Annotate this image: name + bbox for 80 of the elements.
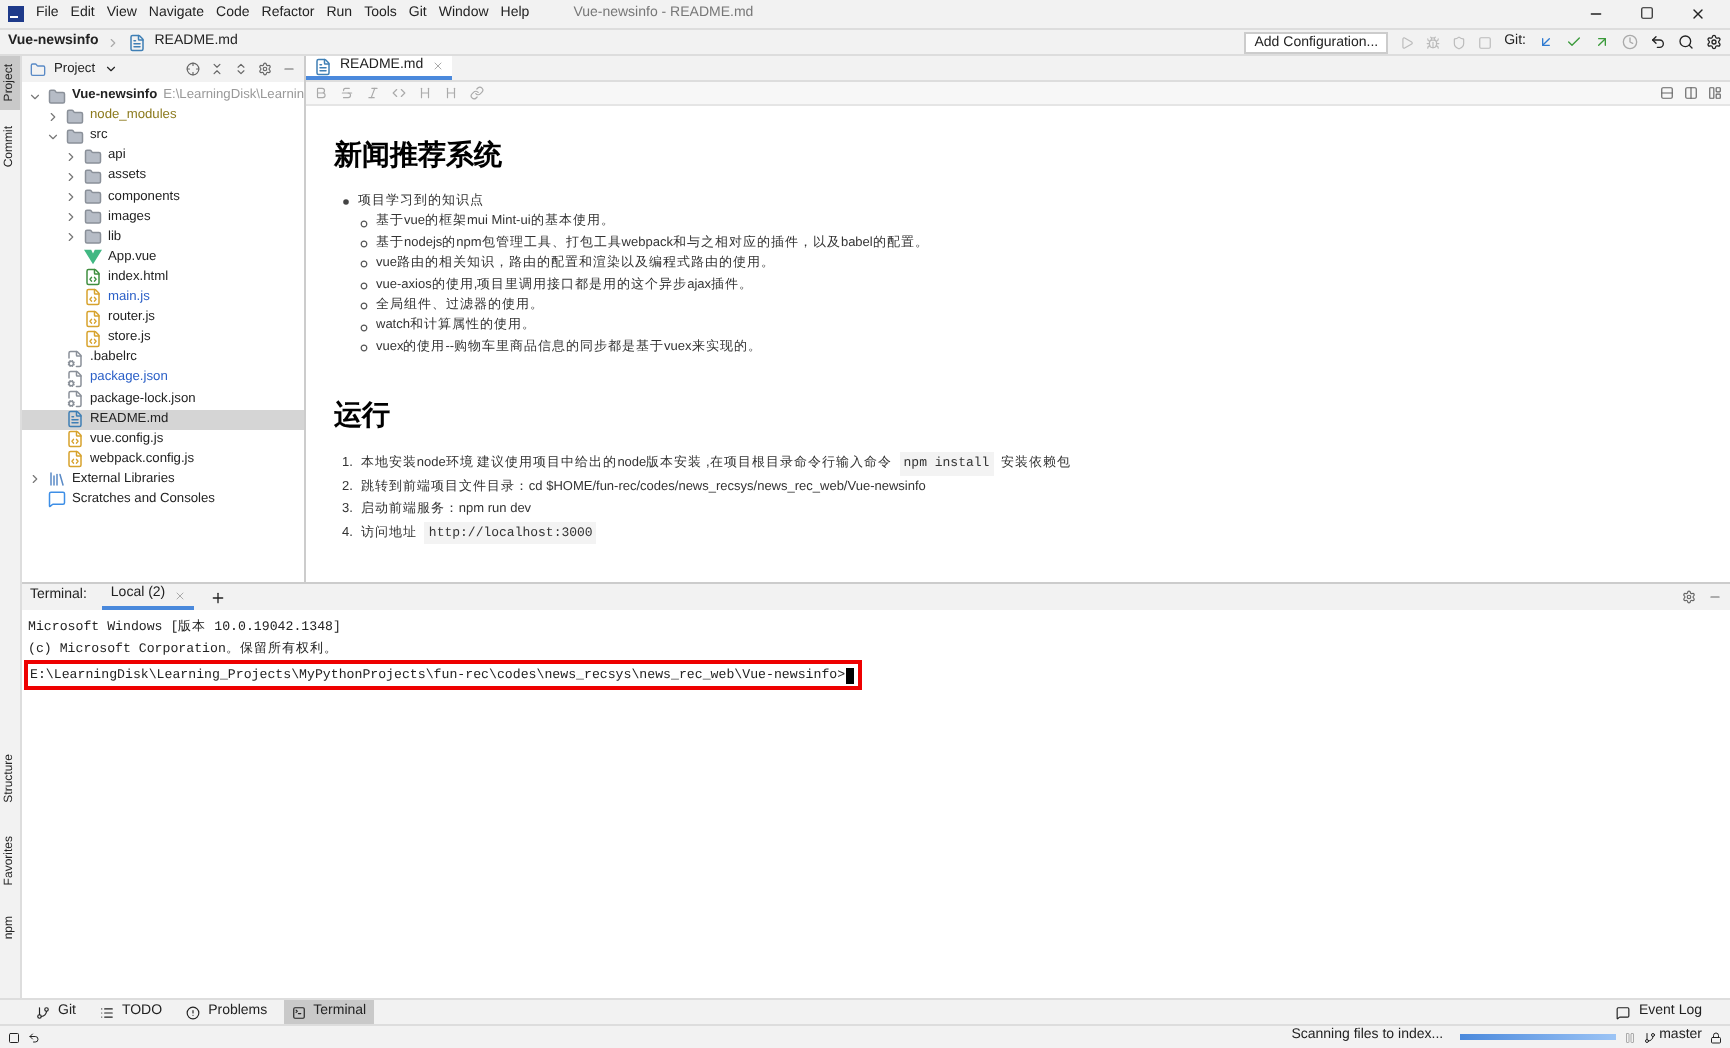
app-logo-icon — [8, 6, 24, 22]
check-icon[interactable] — [1566, 34, 1582, 50]
bullet-icon — [360, 240, 368, 249]
heading: 新闻推荐系统 — [334, 136, 504, 174]
panel-icon — [8, 1031, 20, 1043]
chevron-right-icon[interactable] — [64, 210, 78, 225]
git-icon — [36, 1005, 50, 1019]
folder-icon — [30, 61, 46, 77]
bullet-icon — [360, 302, 368, 311]
markdown-file-icon — [314, 57, 332, 75]
undo-icon[interactable] — [1650, 34, 1666, 50]
chevron-right-icon[interactable] — [46, 109, 60, 124]
folder-icon — [48, 87, 66, 106]
plus-icon[interactable] — [209, 589, 226, 605]
restore-icon[interactable] — [1640, 6, 1654, 22]
config-file-icon — [66, 349, 84, 368]
folder-icon — [84, 208, 102, 227]
folder-icon — [84, 167, 102, 186]
bullet-icon — [342, 198, 350, 207]
link-icon[interactable] — [470, 86, 484, 100]
crosshair-icon[interactable] — [186, 62, 200, 76]
cursor-icon — [845, 667, 854, 683]
expand-icon[interactable] — [234, 62, 248, 76]
todo-icon — [99, 1005, 114, 1019]
close-icon[interactable] — [1690, 6, 1706, 22]
split-view-icon[interactable] — [1684, 86, 1698, 100]
code-icon[interactable] — [392, 86, 406, 100]
chevron-right-icon — [106, 35, 121, 49]
js-file-icon — [84, 309, 102, 328]
clock-icon[interactable] — [1622, 34, 1638, 50]
folder-icon — [84, 228, 102, 247]
search-icon[interactable] — [1678, 34, 1694, 50]
chevron-down-icon[interactable] — [28, 89, 42, 104]
settings-icon[interactable] — [1706, 34, 1722, 50]
chevron-right-icon[interactable] — [64, 230, 78, 245]
chevron-right-icon[interactable] — [64, 169, 78, 184]
config-file-icon — [66, 389, 84, 408]
chevron-right-icon[interactable] — [64, 149, 78, 164]
italic-icon[interactable] — [366, 86, 380, 100]
js-file-icon — [84, 288, 102, 307]
arrow-down-left-icon[interactable] — [1538, 34, 1554, 50]
heading: 运行 — [334, 396, 392, 435]
markdown-file-icon — [128, 33, 147, 51]
config-file-icon — [66, 369, 84, 388]
strikethrough-icon[interactable] — [340, 86, 354, 100]
bullet-icon — [360, 323, 368, 332]
terminal-icon — [291, 1005, 306, 1019]
folder-icon — [84, 188, 102, 207]
library-icon — [48, 470, 66, 489]
speech-bubble-icon — [1616, 1005, 1631, 1019]
markdown-file-icon — [66, 410, 84, 429]
chevron-right-icon[interactable] — [28, 472, 42, 487]
html-file-icon — [84, 268, 102, 287]
js-file-icon — [66, 450, 84, 469]
arrow-up-right-icon[interactable] — [1594, 34, 1610, 50]
vue-logo-icon — [84, 248, 102, 267]
folder-icon — [66, 107, 84, 126]
pause-icon[interactable] — [1623, 1031, 1636, 1043]
editor-only-icon[interactable] — [1660, 86, 1674, 100]
bullet-icon — [360, 260, 368, 269]
js-file-icon — [84, 329, 102, 348]
heading-icon[interactable] — [444, 86, 458, 100]
bullet-icon — [360, 219, 368, 228]
lock-icon[interactable] — [1710, 1031, 1722, 1043]
bullet-icon — [360, 344, 368, 353]
chevron-down-icon[interactable] — [46, 129, 60, 144]
chevron-right-icon[interactable] — [64, 190, 78, 205]
refresh-icon — [28, 1031, 40, 1043]
folder-icon — [84, 147, 102, 166]
heading-icon[interactable] — [418, 86, 432, 100]
collapse-icon[interactable] — [210, 62, 224, 76]
preview-only-icon[interactable] — [1708, 86, 1722, 100]
folder-icon — [66, 127, 84, 146]
js-file-icon — [66, 430, 84, 449]
bold-icon[interactable] — [314, 86, 328, 100]
caret-icon[interactable] — [103, 62, 118, 76]
bullet-icon — [360, 281, 368, 290]
scratches-icon — [48, 490, 66, 509]
problems-icon — [186, 1005, 201, 1019]
branch-icon — [1643, 1031, 1656, 1043]
